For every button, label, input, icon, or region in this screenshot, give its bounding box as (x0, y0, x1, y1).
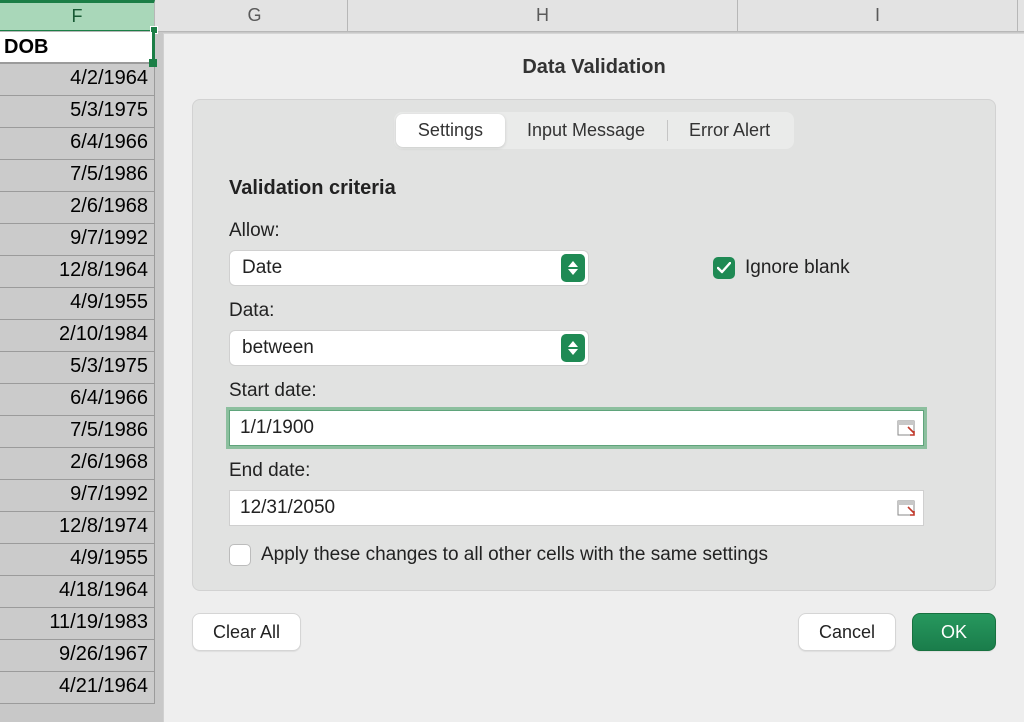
ignore-blank-checkbox[interactable]: Ignore blank (713, 257, 850, 279)
table-cell[interactable]: 2/10/1984 (0, 320, 155, 352)
dialog-panel: Settings Input Message Error Alert Valid… (192, 99, 996, 591)
table-cell[interactable]: 4/2/1964 (0, 64, 155, 96)
column-header-F[interactable]: F (0, 0, 155, 31)
table-cell[interactable]: 7/5/1986 (0, 416, 155, 448)
tab-error-alert[interactable]: Error Alert (667, 114, 792, 147)
checkbox-checked-icon (713, 257, 735, 279)
table-cell[interactable]: 5/3/1975 (0, 96, 155, 128)
data-validation-dialog: Data Validation Settings Input Message E… (163, 33, 1024, 722)
start-date-label: Start date: (229, 380, 959, 402)
table-cell[interactable]: 5/3/1975 (0, 352, 155, 384)
table-cell[interactable]: 7/5/1986 (0, 160, 155, 192)
allow-select[interactable]: Date (229, 250, 589, 286)
ignore-blank-label: Ignore blank (745, 257, 850, 279)
checkbox-unchecked-icon (229, 544, 251, 566)
table-cell[interactable]: 12/8/1974 (0, 512, 155, 544)
table-cell[interactable]: 9/7/1992 (0, 480, 155, 512)
end-date-input[interactable]: 12/31/2050 (229, 490, 924, 526)
table-cell[interactable]: 4/9/1955 (0, 288, 155, 320)
tab-settings[interactable]: Settings (396, 114, 505, 147)
table-cell[interactable]: 4/18/1964 (0, 576, 155, 608)
clear-all-button[interactable]: Clear All (192, 613, 301, 651)
allow-select-value: Date (242, 257, 282, 279)
end-date-value: 12/31/2050 (240, 497, 895, 519)
start-date-value: 1/1/1900 (240, 417, 895, 439)
table-cell[interactable]: 6/4/1966 (0, 128, 155, 160)
column-header-G[interactable]: G (162, 0, 348, 31)
end-date-label: End date: (229, 460, 959, 482)
table-cell[interactable]: 4/9/1955 (0, 544, 155, 576)
allow-label: Allow: (229, 220, 959, 242)
column-header-H[interactable]: H (348, 0, 738, 31)
apply-all-label: Apply these changes to all other cells w… (261, 544, 768, 566)
ok-button[interactable]: OK (912, 613, 996, 651)
criteria-heading: Validation criteria (229, 177, 959, 200)
table-cell[interactable]: 6/4/1966 (0, 384, 155, 416)
cancel-button[interactable]: Cancel (798, 613, 896, 651)
range-selector-icon[interactable] (895, 417, 917, 439)
column-header-F-label: F (72, 6, 83, 27)
range-selector-icon[interactable] (895, 497, 917, 519)
dialog-title: Data Validation (164, 34, 1024, 99)
table-cell[interactable]: 9/26/1967 (0, 640, 155, 672)
table-cell[interactable]: 4/21/1964 (0, 672, 155, 704)
table-cell[interactable]: 12/8/1964 (0, 256, 155, 288)
table-cell[interactable]: 9/7/1992 (0, 224, 155, 256)
tab-input-message[interactable]: Input Message (505, 114, 667, 147)
table-header-cell[interactable]: DOB (0, 32, 155, 64)
spreadsheet-column-F: F DOB 4/2/19645/3/19756/4/19667/5/19862/… (0, 0, 162, 722)
stepper-icon (561, 334, 585, 362)
stepper-icon (561, 254, 585, 282)
tab-bar: Settings Input Message Error Alert (193, 112, 995, 149)
table-cell[interactable]: 11/19/1983 (0, 608, 155, 640)
start-date-input[interactable]: 1/1/1900 (229, 410, 924, 446)
column-headers-overflow: G H I (162, 0, 1024, 32)
data-label: Data: (229, 300, 959, 322)
table-cell[interactable]: 2/6/1968 (0, 192, 155, 224)
data-select[interactable]: between (229, 330, 589, 366)
apply-all-checkbox[interactable]: Apply these changes to all other cells w… (229, 544, 768, 566)
data-select-value: between (242, 337, 314, 359)
table-cell[interactable]: 2/6/1968 (0, 448, 155, 480)
column-header-I[interactable]: I (738, 0, 1018, 31)
